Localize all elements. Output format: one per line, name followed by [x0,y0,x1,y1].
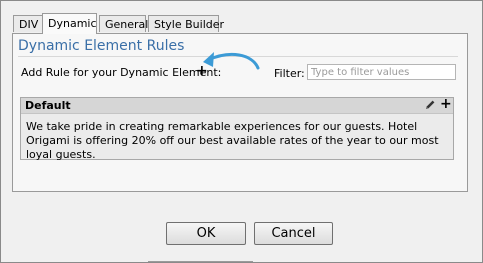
tab-div[interactable]: DIV [13,15,43,32]
add-rule-plus-icon[interactable]: + [196,63,208,79]
filter-label: Filter: [274,67,305,80]
rule-card-default: Default + We take pride in creating rema… [20,96,454,161]
bottom-edge-line [148,261,253,262]
add-rule-label: Add Rule for your Dynamic Element: [21,66,222,79]
tab-style-builder[interactable]: Style Builder [148,15,224,32]
panel-title: Dynamic Element Rules [18,38,185,54]
filter-input[interactable] [307,64,456,80]
rule-add-plus-icon[interactable]: + [440,96,452,112]
cancel-button[interactable]: Cancel [254,222,333,245]
dynamic-element-dialog: DIV Dynamic General Style Builder Dynami… [0,0,483,263]
rule-header: Default + [21,96,453,114]
ok-button[interactable]: OK [166,222,246,245]
rule-content-text: We take pride in creating remarkable exp… [26,120,439,161]
tab-general[interactable]: General [99,15,148,32]
tab-dynamic[interactable]: Dynamic [42,13,97,34]
rule-name: Default [25,99,71,112]
dynamic-tab-panel: Dynamic Element Rules Add Rule for your … [12,33,468,192]
pencil-edit-icon[interactable] [424,99,436,111]
